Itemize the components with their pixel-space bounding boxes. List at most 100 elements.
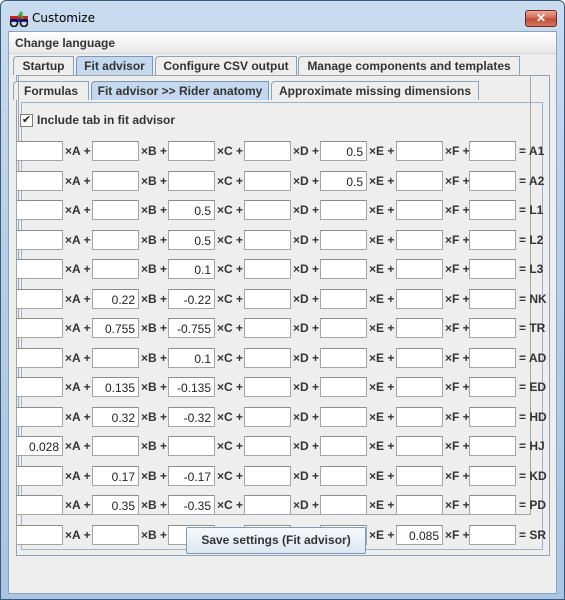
- coefficient-f-field[interactable]: [396, 230, 443, 250]
- constant-field[interactable]: [469, 495, 516, 515]
- coefficient-f-field[interactable]: [396, 259, 443, 279]
- coefficient-a-field[interactable]: [16, 407, 63, 427]
- coefficient-c-field[interactable]: [168, 259, 215, 279]
- coefficient-a-field[interactable]: [16, 230, 63, 250]
- coefficient-c-field[interactable]: [168, 495, 215, 515]
- coefficient-b-field[interactable]: [92, 436, 139, 456]
- coefficient-a-field[interactable]: [16, 348, 63, 368]
- coefficient-e-field[interactable]: [320, 259, 367, 279]
- constant-field[interactable]: [469, 407, 516, 427]
- menu-change-language[interactable]: Change language: [15, 36, 115, 50]
- include-tab-checkbox[interactable]: ✔: [20, 114, 33, 127]
- constant-field[interactable]: [469, 377, 516, 397]
- coefficient-d-field[interactable]: [244, 230, 291, 250]
- coefficient-d-field[interactable]: [244, 377, 291, 397]
- constant-field[interactable]: [469, 171, 516, 191]
- coefficient-b-field[interactable]: [92, 525, 139, 545]
- coefficient-e-field[interactable]: [320, 289, 367, 309]
- coefficient-d-field[interactable]: [244, 495, 291, 515]
- coefficient-d-field[interactable]: [244, 436, 291, 456]
- coefficient-c-field[interactable]: [168, 407, 215, 427]
- coefficient-e-field[interactable]: [320, 230, 367, 250]
- coefficient-b-field[interactable]: [92, 318, 139, 338]
- coefficient-b-field[interactable]: [92, 230, 139, 250]
- coefficient-c-field[interactable]: [168, 289, 215, 309]
- coefficient-e-field[interactable]: [320, 436, 367, 456]
- tab-startup[interactable]: Startup: [13, 56, 74, 75]
- coefficient-a-field[interactable]: [16, 171, 63, 191]
- constant-field[interactable]: [469, 525, 516, 545]
- constant-field[interactable]: [469, 141, 516, 161]
- coefficient-c-field[interactable]: [168, 466, 215, 486]
- coefficient-a-field[interactable]: [16, 525, 63, 545]
- coefficient-c-field[interactable]: [168, 141, 215, 161]
- constant-field[interactable]: [469, 318, 516, 338]
- constant-field[interactable]: [469, 259, 516, 279]
- constant-field[interactable]: [469, 200, 516, 220]
- coefficient-f-field[interactable]: [396, 289, 443, 309]
- coefficient-f-field[interactable]: [396, 525, 443, 545]
- coefficient-d-field[interactable]: [244, 141, 291, 161]
- coefficient-a-field[interactable]: [16, 377, 63, 397]
- coefficient-a-field[interactable]: [16, 289, 63, 309]
- coefficient-e-field[interactable]: [320, 407, 367, 427]
- coefficient-b-field[interactable]: [92, 348, 139, 368]
- close-button[interactable]: ✕: [525, 10, 557, 27]
- coefficient-e-field[interactable]: [320, 466, 367, 486]
- coefficient-a-field[interactable]: [16, 200, 63, 220]
- coefficient-e-field[interactable]: [320, 318, 367, 338]
- coefficient-f-field[interactable]: [396, 466, 443, 486]
- coefficient-e-field[interactable]: [320, 348, 367, 368]
- coefficient-c-field[interactable]: [168, 348, 215, 368]
- coefficient-d-field[interactable]: [244, 200, 291, 220]
- coefficient-b-field[interactable]: [92, 377, 139, 397]
- coefficient-c-field[interactable]: [168, 200, 215, 220]
- save-settings-button[interactable]: Save settings (Fit advisor): [186, 527, 366, 554]
- coefficient-b-field[interactable]: [92, 289, 139, 309]
- coefficient-e-field[interactable]: [320, 141, 367, 161]
- coefficient-c-field[interactable]: [168, 171, 215, 191]
- coefficient-f-field[interactable]: [396, 318, 443, 338]
- coefficient-f-field[interactable]: [396, 407, 443, 427]
- coefficient-b-field[interactable]: [92, 495, 139, 515]
- coefficient-f-field[interactable]: [396, 377, 443, 397]
- tab-configure-csv-output[interactable]: Configure CSV output: [155, 56, 297, 75]
- coefficient-d-field[interactable]: [244, 318, 291, 338]
- title-bar[interactable]: Customize ✕: [1, 1, 564, 31]
- coefficient-e-field[interactable]: [320, 200, 367, 220]
- coefficient-d-field[interactable]: [244, 171, 291, 191]
- coefficient-f-field[interactable]: [396, 200, 443, 220]
- coefficient-b-field[interactable]: [92, 259, 139, 279]
- constant-field[interactable]: [469, 230, 516, 250]
- coefficient-c-field[interactable]: [168, 436, 215, 456]
- coefficient-b-field[interactable]: [92, 200, 139, 220]
- coefficient-e-field[interactable]: [320, 171, 367, 191]
- coefficient-f-field[interactable]: [396, 436, 443, 456]
- coefficient-c-field[interactable]: [168, 230, 215, 250]
- coefficient-d-field[interactable]: [244, 348, 291, 368]
- constant-field[interactable]: [469, 436, 516, 456]
- coefficient-f-field[interactable]: [396, 171, 443, 191]
- coefficient-c-field[interactable]: [168, 377, 215, 397]
- coefficient-a-field[interactable]: [16, 495, 63, 515]
- coefficient-a-field[interactable]: [16, 318, 63, 338]
- coefficient-d-field[interactable]: [244, 407, 291, 427]
- coefficient-b-field[interactable]: [92, 171, 139, 191]
- coefficient-a-field[interactable]: [16, 466, 63, 486]
- coefficient-f-field[interactable]: [396, 495, 443, 515]
- coefficient-c-field[interactable]: [168, 318, 215, 338]
- coefficient-f-field[interactable]: [396, 141, 443, 161]
- constant-field[interactable]: [469, 289, 516, 309]
- coefficient-f-field[interactable]: [396, 348, 443, 368]
- coefficient-e-field[interactable]: [320, 377, 367, 397]
- constant-field[interactable]: [469, 466, 516, 486]
- coefficient-e-field[interactable]: [320, 495, 367, 515]
- coefficient-d-field[interactable]: [244, 259, 291, 279]
- coefficient-a-field[interactable]: [16, 141, 63, 161]
- coefficient-d-field[interactable]: [244, 466, 291, 486]
- coefficient-a-field[interactable]: [16, 436, 63, 456]
- coefficient-d-field[interactable]: [244, 289, 291, 309]
- tab-manage-components[interactable]: Manage components and templates: [298, 56, 520, 75]
- coefficient-a-field[interactable]: [16, 259, 63, 279]
- coefficient-b-field[interactable]: [92, 466, 139, 486]
